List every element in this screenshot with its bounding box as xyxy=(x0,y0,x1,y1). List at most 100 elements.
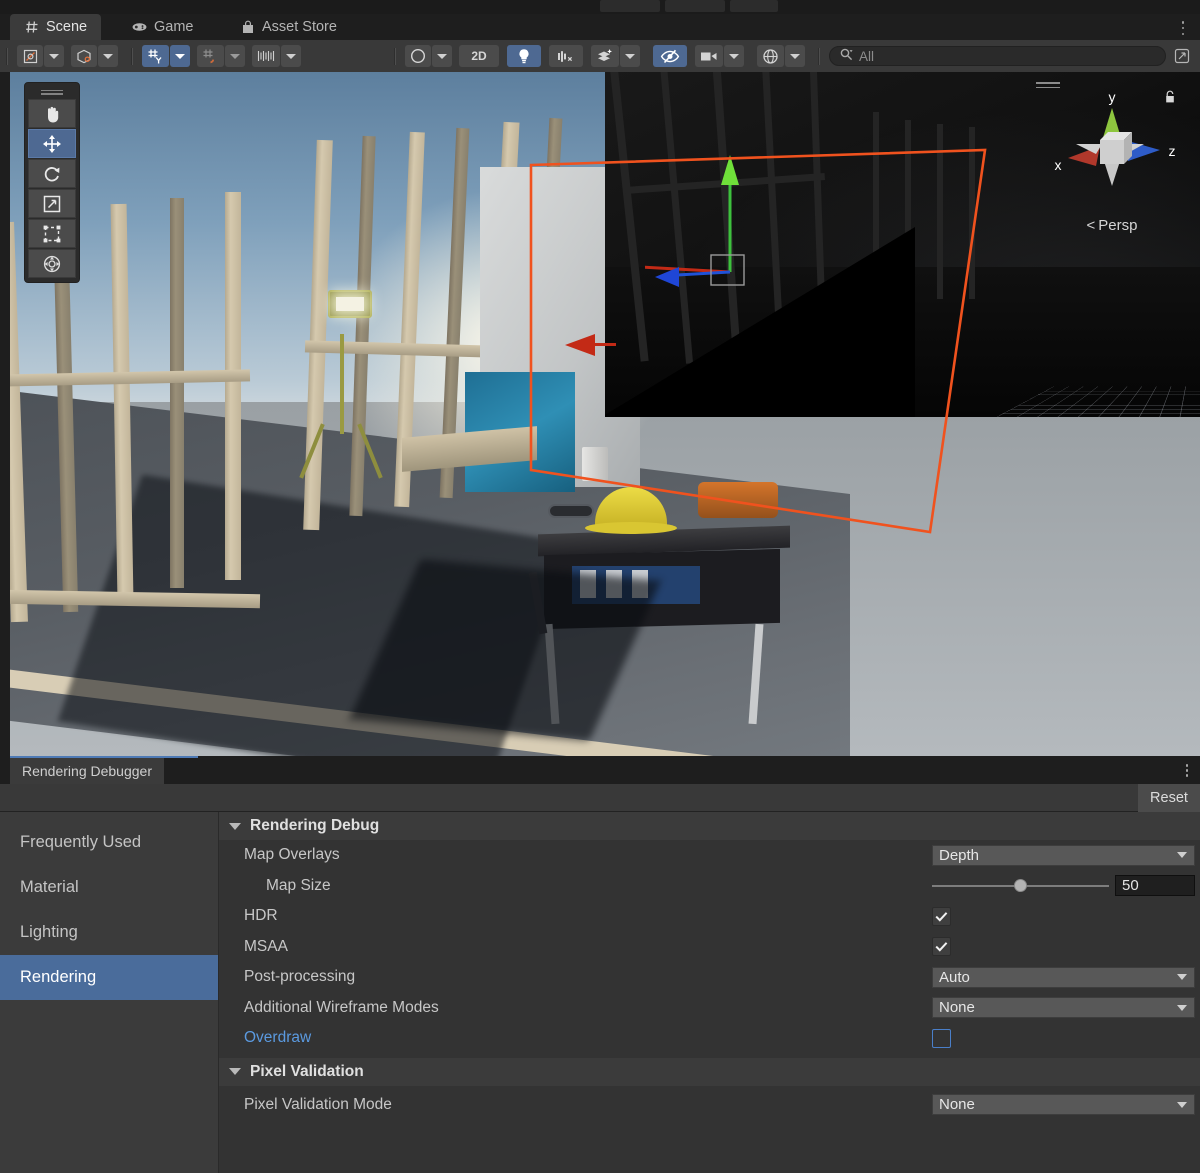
vertex-snap-button[interactable] xyxy=(252,45,280,67)
map-size-slider[interactable] xyxy=(932,876,1109,895)
tab-rendering-debugger[interactable]: Rendering Debugger xyxy=(10,758,164,784)
transform-tool[interactable] xyxy=(28,249,76,278)
toolbar-divider xyxy=(6,47,8,65)
move-gizmo[interactable] xyxy=(605,127,825,287)
chevron-down-icon xyxy=(729,53,739,59)
row-overdraw: Overdraw xyxy=(219,1023,1200,1054)
tab-label: Game xyxy=(154,19,194,35)
row-label: HDR xyxy=(244,907,278,925)
chevron-down-icon xyxy=(1177,974,1187,981)
map-overlays-dropdown[interactable]: Depth xyxy=(932,844,1195,866)
category-rendering[interactable]: Rendering xyxy=(0,955,218,1000)
toolbar-divider xyxy=(394,47,396,65)
toolbar-divider xyxy=(818,47,820,65)
chevron-down-icon xyxy=(230,53,240,59)
vertex-snap-group xyxy=(252,45,302,67)
tab-game[interactable]: Game xyxy=(118,14,208,40)
tab-scene[interactable]: Scene xyxy=(10,14,102,40)
search-icon xyxy=(840,48,853,64)
additional-wireframe-modes-dropdown[interactable]: None xyxy=(932,997,1195,1019)
scale-icon xyxy=(43,195,61,212)
grid-snapping-button[interactable] xyxy=(142,45,169,67)
scene-fx-dropdown[interactable] xyxy=(620,45,640,67)
grid-snapping-dropdown[interactable] xyxy=(170,45,190,67)
scene-fx-button[interactable] xyxy=(591,45,619,67)
scene-lighting-button[interactable] xyxy=(507,45,541,67)
scene-camera-group xyxy=(695,45,745,67)
rendering-debugger-tab-bar: Rendering Debugger xyxy=(0,756,1200,784)
speaker-muted-icon xyxy=(558,50,573,62)
gizmo-x-arrow xyxy=(565,334,595,356)
snap-increment-button[interactable] xyxy=(197,45,224,67)
top-strip-block xyxy=(730,0,778,12)
chevron-down-icon xyxy=(175,53,185,59)
depth-stud xyxy=(969,127,975,299)
scene-search-area: All xyxy=(829,45,1200,67)
reset-button[interactable]: Reset xyxy=(1138,784,1200,812)
work-light-tripod xyxy=(340,334,344,434)
row-label: Pixel Validation Mode xyxy=(244,1095,392,1113)
scene-visibility-button[interactable] xyxy=(653,45,687,67)
paint-bucket xyxy=(582,447,608,481)
pivot-mode-button[interactable] xyxy=(17,45,43,67)
tab-label: Scene xyxy=(46,19,88,35)
pivot-rotation-dropdown[interactable] xyxy=(98,45,118,67)
chevron-down-icon xyxy=(437,53,447,59)
pivot-rotation-button[interactable] xyxy=(71,45,97,67)
scene-orientation-gizmo[interactable]: y z x < Persp xyxy=(1032,78,1192,238)
scene-audio-button[interactable] xyxy=(549,45,583,67)
overdraw-checkbox[interactable] xyxy=(932,1028,951,1048)
hdr-checkbox[interactable] xyxy=(932,906,951,926)
scene-camera-dropdown[interactable] xyxy=(724,45,744,67)
pixel-validation-mode-dropdown[interactable]: None xyxy=(932,1094,1195,1116)
pivot-mode-dropdown[interactable] xyxy=(44,45,64,67)
projection-mode-toggle[interactable]: < Persp xyxy=(1032,217,1192,234)
post-processing-dropdown[interactable]: Auto xyxy=(932,966,1195,988)
chevron-down-icon xyxy=(103,53,113,59)
rect-tool[interactable] xyxy=(28,219,76,248)
foldout-rendering-debug[interactable]: Rendering Debug xyxy=(219,812,1200,840)
category-lighting[interactable]: Lighting xyxy=(0,910,218,955)
tools-overlay[interactable] xyxy=(24,82,80,283)
category-frequently-used[interactable]: Frequently Used xyxy=(0,820,218,865)
top-strip-block xyxy=(600,0,660,12)
vertex-snap-dropdown[interactable] xyxy=(281,45,301,67)
camera-icon xyxy=(701,52,717,60)
move-arrows-icon xyxy=(43,134,61,153)
overlay-drag-handle[interactable] xyxy=(28,86,76,98)
map-size-input[interactable]: 50 xyxy=(1115,875,1195,897)
store-bag-icon xyxy=(240,20,255,35)
rotate-tool[interactable] xyxy=(28,159,76,188)
2d-toggle-button[interactable]: 2D xyxy=(459,45,499,67)
search-input[interactable]: All xyxy=(829,46,1166,66)
category-material[interactable]: Material xyxy=(0,865,218,910)
tab-label: Rendering Debugger xyxy=(22,763,152,779)
msaa-checkbox[interactable] xyxy=(932,937,951,957)
row-label: Overdraw xyxy=(244,1029,312,1047)
row-msaa: MSAA xyxy=(219,932,1200,963)
scene-view-shading-button[interactable] xyxy=(405,45,431,67)
scene-fx-group xyxy=(591,45,641,67)
scale-tool[interactable] xyxy=(28,189,76,218)
projection-label: Persp xyxy=(1098,217,1138,234)
gizmos-toggle-button[interactable] xyxy=(757,45,784,67)
slider-handle[interactable] xyxy=(1014,879,1027,893)
gizmos-dropdown[interactable] xyxy=(785,45,805,67)
scene-camera-button[interactable] xyxy=(695,45,723,67)
row-label: Map Overlays xyxy=(244,846,340,864)
maximize-icon[interactable] xyxy=(1170,45,1194,67)
foldout-pixel-validation[interactable]: Pixel Validation xyxy=(219,1057,1200,1086)
move-tool[interactable] xyxy=(28,129,76,158)
map-overlays-control: Depth xyxy=(932,844,1195,866)
kebab-menu-icon[interactable] xyxy=(1185,764,1188,777)
eye-crossed-icon xyxy=(660,49,680,63)
section-title: Rendering Debug xyxy=(250,817,380,834)
kebab-menu-icon[interactable] xyxy=(1176,21,1190,35)
gizmo-globe-icon xyxy=(763,48,778,64)
scene-view-shading-dropdown[interactable] xyxy=(432,45,452,67)
row-hdr: HDR xyxy=(219,901,1200,932)
snap-increment-dropdown[interactable] xyxy=(225,45,245,67)
hand-tool[interactable] xyxy=(28,99,76,128)
scene-viewport[interactable]: y z x < Persp xyxy=(10,72,1200,756)
tab-asset-store[interactable]: Asset Store xyxy=(226,14,351,40)
